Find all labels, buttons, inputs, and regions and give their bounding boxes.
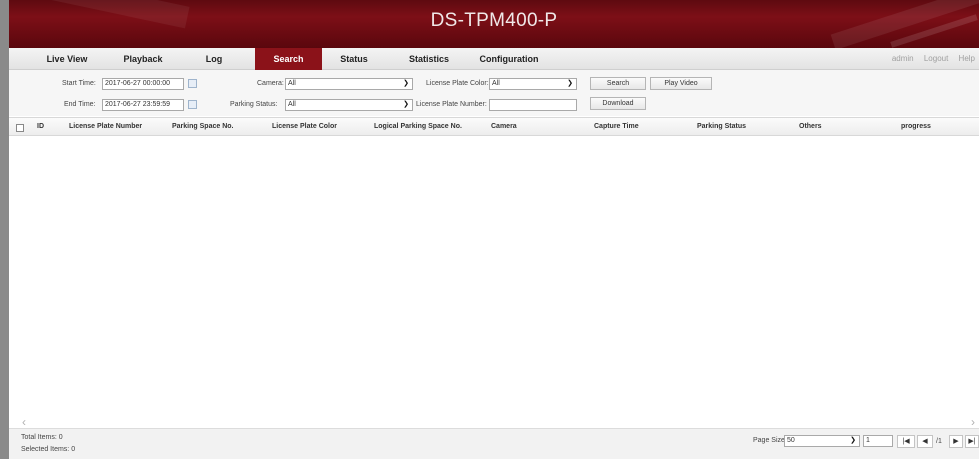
parking-status-select[interactable]: All ❯ [285,99,413,111]
column-header-camera[interactable]: Camera [491,118,517,136]
camera-select-value: All [288,80,296,87]
menu-live-view[interactable]: Live View [37,48,97,70]
column-header-parking-status[interactable]: Parking Status [697,118,746,136]
chevron-down-icon: ❯ [403,80,409,87]
page-size-value: 50 [787,437,795,444]
page-size-select[interactable]: 50 ❯ [784,435,860,447]
end-time-label: End Time: [64,101,96,108]
last-page-icon[interactable]: ▶| [965,435,979,448]
menu-configuration[interactable]: Configuration [469,48,549,70]
main-menu: Live View Playback Log Search Status Sta… [9,48,979,70]
results-table-header: ID License Plate Number Parking Space No… [9,117,979,136]
results-table-body [9,136,979,416]
parking-status-select-value: All [288,101,296,108]
menu-search[interactable]: Search [255,48,322,70]
menu-log[interactable]: Log [189,48,239,70]
start-time-input[interactable]: 2017-06-27 00:00:00 [102,78,184,90]
calendar-icon[interactable] [188,100,197,109]
app-window: DS-TPM400-P Live View Playback Log Searc… [0,0,979,459]
page-size-label: Page Size: [753,437,787,444]
column-header-logical-space[interactable]: Logical Parking Space No. [374,118,462,136]
plate-color-select[interactable]: All ❯ [489,78,577,90]
calendar-icon[interactable] [188,79,197,88]
parking-status-label: Parking Status: [230,101,278,108]
start-time-label: Start Time: [62,80,96,87]
camera-select[interactable]: All ❯ [285,78,413,90]
scroll-left-icon[interactable]: ‹ [22,415,26,429]
column-header-capture-time[interactable]: Capture Time [594,118,639,136]
prev-page-icon[interactable]: ◀ [917,435,933,448]
page-indicator: /1 [936,438,942,445]
download-button[interactable]: Download [590,97,646,110]
column-header-others[interactable]: Others [799,118,822,136]
camera-label: Camera: [257,80,284,87]
chevron-down-icon: ❯ [403,101,409,108]
chevron-down-icon: ❯ [850,437,856,444]
column-header-plate-number[interactable]: License Plate Number [69,118,142,136]
page-number-input[interactable]: 1 [863,435,893,447]
chevron-down-icon: ❯ [567,80,573,87]
menu-statistics[interactable]: Statistics [399,48,459,70]
selected-items-text: Selected Items: 0 [21,446,76,453]
play-video-button[interactable]: Play Video [650,77,712,90]
column-header-id[interactable]: ID [37,118,44,136]
column-header-plate-color[interactable]: License Plate Color [272,118,337,136]
table-footer: Total Items: 0 Selected Items: 0 Page Si… [9,428,979,459]
device-title: DS-TPM400-P [430,10,558,31]
total-items-text: Total Items: 0 [21,434,63,441]
next-page-icon[interactable]: ▶ [949,435,963,448]
search-button[interactable]: Search [590,77,646,90]
menu-playback[interactable]: Playback [113,48,173,70]
scroll-right-icon[interactable]: › [971,415,975,429]
menu-status[interactable]: Status [329,48,379,70]
first-page-icon[interactable]: |◀ [897,435,915,448]
account-links: admin Logout Help [884,48,975,70]
column-header-parking-space[interactable]: Parking Space No. [172,118,233,136]
end-time-input[interactable]: 2017-06-27 23:59:59 [102,99,184,111]
admin-link[interactable]: admin [892,54,914,63]
plate-number-input[interactable] [489,99,577,111]
left-edge-bar [0,0,9,459]
app-header: DS-TPM400-P [9,0,979,48]
help-link[interactable]: Help [959,54,975,63]
plate-color-label: License Plate Color: [426,80,489,87]
plate-color-select-value: All [492,80,500,87]
search-filter-panel: Start Time: 2017-06-27 00:00:00 Camera: … [9,70,979,116]
select-all-checkbox[interactable] [16,124,24,132]
logout-link[interactable]: Logout [924,54,948,63]
column-header-progress[interactable]: progress [901,118,931,136]
plate-number-label: License Plate Number: [416,101,487,108]
